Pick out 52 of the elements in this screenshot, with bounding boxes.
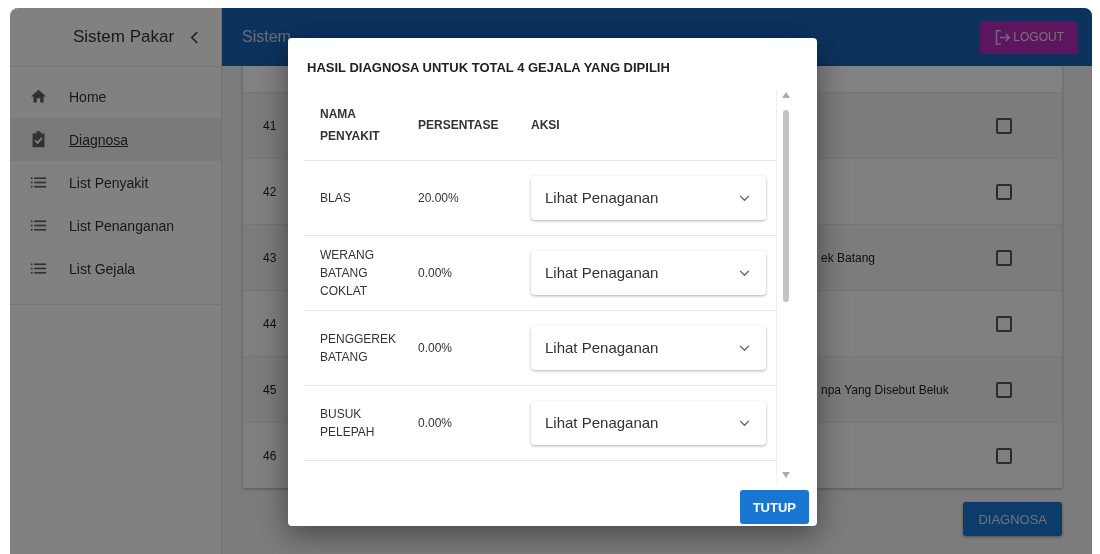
table-cell-text: 20.00% [418, 190, 460, 207]
nav-item[interactable]: List Penanganan [10, 204, 221, 247]
table-cell-text: ek Batang [821, 250, 877, 265]
logout-button[interactable]: LOGOUT [980, 20, 1078, 54]
table-cell-text: 0.00% [418, 265, 454, 282]
nav-item[interactable]: List Penyakit [10, 161, 221, 204]
checkbox[interactable] [996, 381, 1012, 398]
table-cell-text: 42 [262, 184, 278, 199]
caret-icon [739, 344, 750, 352]
checkbox[interactable] [996, 315, 1012, 332]
nav-item[interactable]: Diagnosa [10, 118, 221, 161]
list-icon [30, 217, 47, 234]
table-cell-text: 44 [262, 316, 278, 331]
list-icon [30, 260, 47, 277]
page-title: Sistem [242, 28, 291, 46]
select-field[interactable]: Lihat Penaganan [531, 326, 766, 370]
table-cell-text: 46 [262, 448, 278, 463]
home-icon [30, 88, 47, 105]
table-cell-text: 41 [262, 118, 278, 133]
table-cell-text: WERANG BATANG COKLAT [320, 247, 375, 300]
diagnosa-button[interactable]: DIAGNOSA [963, 502, 1062, 536]
dialog-title: HASIL DIAGNOSA UNTUK TOTAL 4 GEJALA YANG DIPILIH [306, 59, 671, 77]
table-cell-text: 0.00% [418, 415, 454, 432]
chevron-left-icon[interactable] [190, 30, 200, 44]
column-header: PERSENTASE [418, 117, 500, 134]
table-cell-text: BUSUK PELEPAH [320, 406, 376, 441]
table-cell-text: 0.00% [418, 340, 454, 357]
nav-item[interactable]: List Gejala [10, 247, 221, 290]
app-title: Sistem Pakar [73, 27, 175, 47]
caret-icon [739, 269, 750, 277]
checkbox[interactable] [996, 117, 1012, 134]
table-cell-text: PENGGEREK BATANG [320, 331, 398, 366]
logout-icon [994, 28, 1012, 46]
table-cell-text: BLAS [320, 190, 352, 207]
select-field[interactable]: Lihat Penaganan [531, 401, 766, 445]
close-button[interactable]: TUTUP [739, 490, 809, 524]
checkbox[interactable] [996, 183, 1012, 200]
column-header: AKSI [531, 117, 561, 134]
caret-icon [739, 194, 750, 202]
checkbox[interactable] [996, 447, 1012, 464]
caret-icon [739, 419, 750, 427]
table-cell-text: npa Yang Disebut Beluk [821, 382, 950, 397]
table-cell-text: 45 [262, 382, 278, 397]
checkbox[interactable] [996, 249, 1012, 266]
table-cell-text: 43 [262, 250, 278, 265]
nav-item[interactable]: Home [10, 75, 221, 118]
select-field[interactable]: Lihat Penaganan [531, 176, 766, 220]
list-icon [30, 174, 47, 191]
select-field[interactable]: Lihat Penaganan [531, 251, 766, 295]
clipboard-check-icon [30, 131, 47, 148]
column-header: NAMA PENYAKIT [320, 106, 381, 145]
scrollbar[interactable] [781, 90, 791, 480]
